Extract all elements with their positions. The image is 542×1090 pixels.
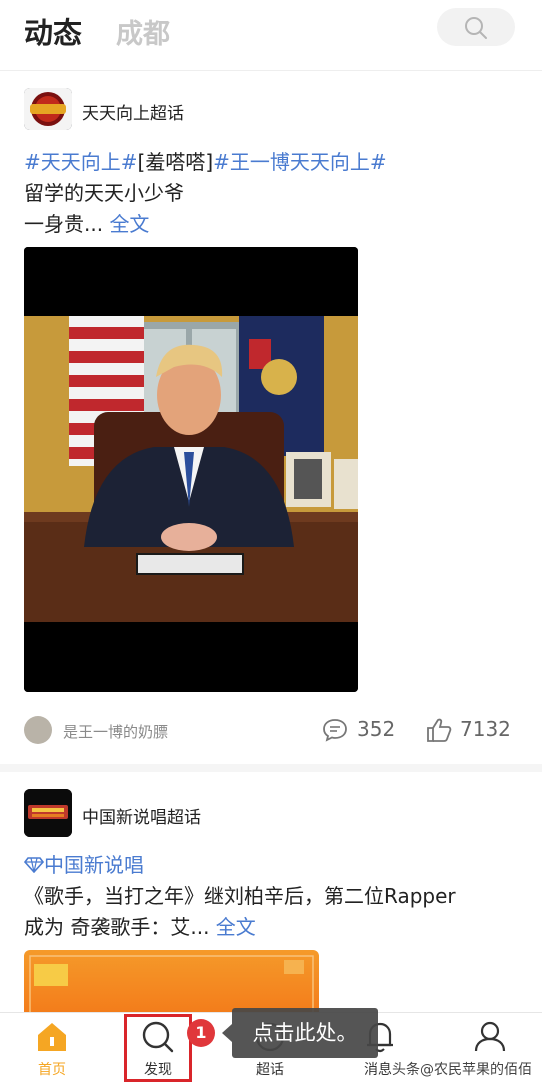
group-avatar-rapchina[interactable]	[24, 789, 72, 837]
comment-count: 352	[357, 717, 396, 741]
video-frame	[24, 247, 358, 692]
group-avatar-tiantian[interactable]	[24, 88, 72, 130]
topic-link-rapchina[interactable]: 中国新说唱	[23, 853, 144, 877]
post2-line2-text: 成为 奇袭歌手：艾...	[24, 915, 210, 939]
step-badge: 1	[187, 1019, 215, 1047]
post-separator	[0, 764, 542, 772]
search-button[interactable]	[437, 8, 515, 46]
like-count: 7132	[460, 717, 511, 741]
post1-line2: 留学的天天小少爷	[24, 181, 184, 205]
tab-dongtai[interactable]: 动态	[24, 10, 82, 52]
post1-meta-row: 是王一博的奶膘 352 7132	[0, 714, 542, 746]
post1-full-text-link[interactable]: 全文	[109, 212, 149, 236]
discover-highlight-box	[124, 1014, 192, 1082]
tab-super-topic-label: 超话	[256, 1062, 284, 1078]
topic-label: 中国新说唱	[44, 853, 144, 877]
tab-chengdu[interactable]: 成都	[116, 12, 170, 51]
top-header: 动态 成都	[0, 0, 542, 58]
profile-icon	[474, 1021, 506, 1052]
header-divider	[0, 70, 542, 71]
post2-topic-line: 中国新说唱	[23, 850, 144, 881]
post1-line1: #天天向上#[羞嗒嗒]#王一博天天向上#	[24, 147, 387, 178]
diamond-icon	[23, 857, 45, 874]
tab-home-label: 首页	[38, 1062, 66, 1078]
post2-full-text-link[interactable]: 全文	[216, 915, 256, 939]
post1-line3: 一身贵... 全文	[24, 209, 149, 240]
instruction-tooltip: 点击此处。	[222, 1008, 378, 1058]
group-name-tiantian[interactable]: 天天向上超话	[82, 99, 184, 124]
author-avatar[interactable]	[24, 716, 52, 744]
post2-line1: 《歌手，当打之年》继刘柏辛后，第二位Rapper	[24, 884, 456, 908]
hashtag-tiantian[interactable]: #天天向上#	[24, 150, 138, 174]
hashtag-wangyibo[interactable]: #王一博天天向上#	[213, 150, 387, 174]
post2-image[interactable]	[24, 950, 319, 1016]
author-name[interactable]: 是王一博的奶膘	[63, 721, 168, 742]
group-name-rapchina[interactable]: 中国新说唱超话	[82, 803, 201, 828]
post1-video[interactable]	[24, 247, 358, 692]
search-icon	[465, 17, 487, 39]
home-icon	[38, 1023, 66, 1051]
post2-line2: 成为 奇袭歌手：艾... 全文	[24, 912, 256, 943]
watermark-text: 头条@农民苹果的佰佰	[392, 1062, 532, 1078]
post2-image-art	[29, 955, 314, 1016]
emoji-text: [羞嗒嗒]	[137, 150, 214, 174]
tab-home[interactable]: 首页	[2, 1013, 102, 1090]
like-icon[interactable]	[426, 717, 452, 743]
comment-icon[interactable]	[322, 718, 348, 742]
post1-line3-text: 一身贵...	[24, 212, 104, 236]
